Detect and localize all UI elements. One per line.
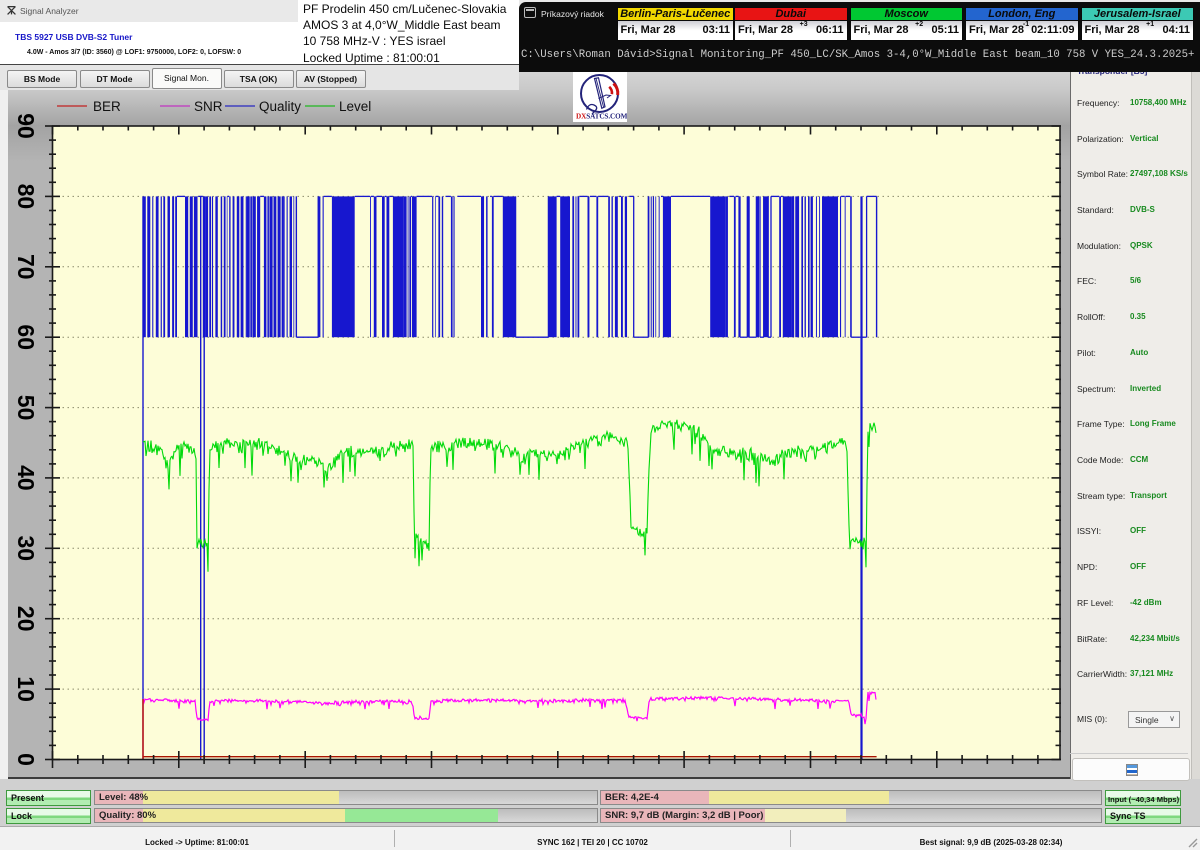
svg-text:70: 70: [13, 254, 39, 280]
svg-text:40: 40: [13, 465, 39, 491]
svg-text:50: 50: [13, 395, 39, 421]
svg-text:80: 80: [13, 184, 39, 210]
svg-text:10: 10: [13, 676, 39, 702]
svg-text:SNR: SNR: [194, 99, 223, 114]
svg-text:90: 90: [13, 113, 39, 139]
svg-text:DXSATCS.COM: DXSATCS.COM: [576, 113, 627, 121]
svg-text:BER: BER: [93, 99, 121, 114]
svg-text:20: 20: [13, 606, 39, 632]
svg-text:30: 30: [13, 536, 39, 562]
svg-text:Level: Level: [339, 99, 371, 114]
svg-text:60: 60: [13, 324, 39, 350]
svg-text:Quality: Quality: [259, 99, 301, 114]
svg-text:0: 0: [13, 753, 39, 766]
